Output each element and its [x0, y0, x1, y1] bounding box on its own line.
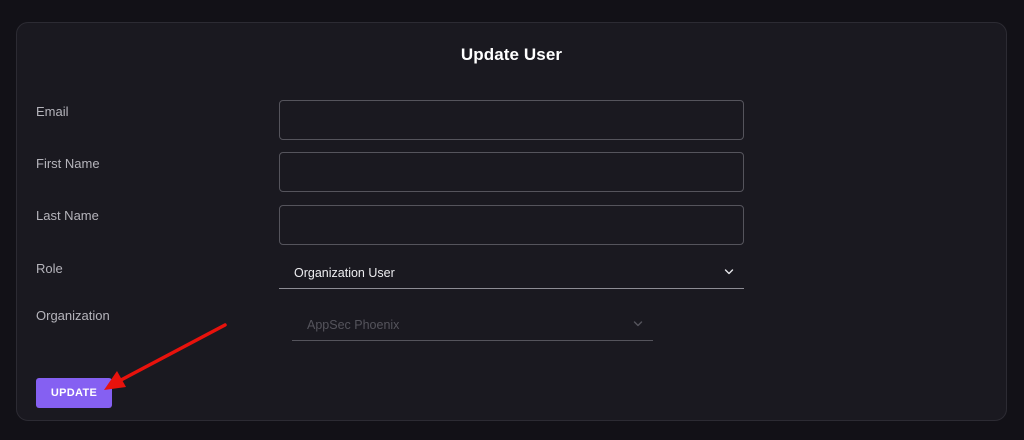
first-name-field[interactable] [279, 152, 744, 192]
email-field[interactable] [279, 100, 744, 140]
chevron-down-icon [633, 321, 643, 327]
last-name-field[interactable] [279, 205, 744, 245]
email-label: Email [36, 104, 69, 119]
organization-select: AppSec Phoenix [292, 311, 653, 341]
organization-label: Organization [36, 308, 110, 323]
chevron-down-icon [724, 269, 734, 275]
update-user-card: Update User Email First Name Last Name R… [16, 22, 1007, 421]
role-select-value: Organization User [294, 266, 395, 280]
role-select[interactable]: Organization User [279, 259, 744, 289]
page-title: Update User [460, 45, 563, 64]
role-label: Role [36, 261, 63, 276]
last-name-label: Last Name [36, 208, 99, 223]
update-button[interactable]: UPDATE [36, 378, 112, 408]
organization-select-value: AppSec Phoenix [307, 318, 400, 332]
first-name-label: First Name [36, 156, 100, 171]
